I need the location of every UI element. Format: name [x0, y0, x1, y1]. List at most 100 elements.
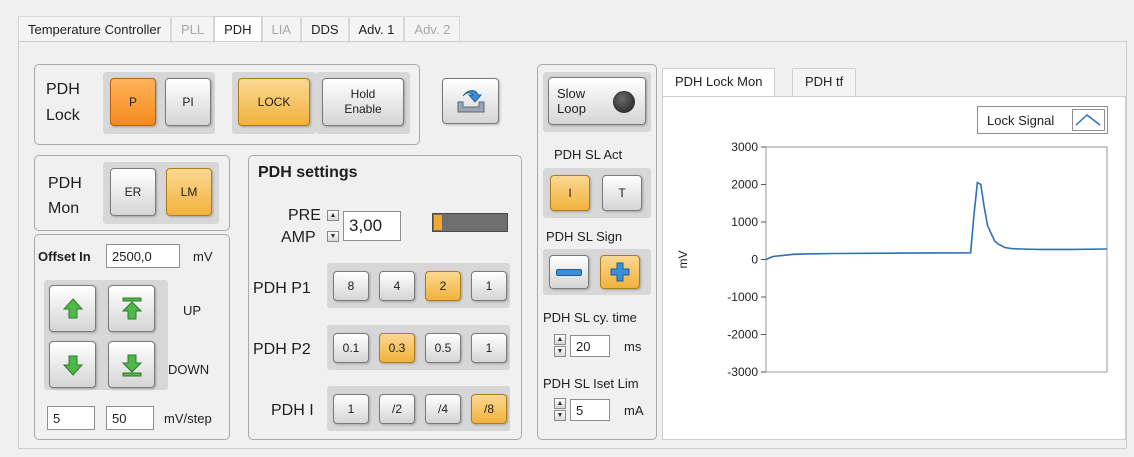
amp-increment-button[interactable]: ▲ [327, 210, 339, 221]
sl-cycle-increment-button[interactable]: ▲ [554, 334, 566, 345]
offset-down-coarse-button[interactable] [108, 341, 155, 388]
amp-value-field[interactable]: 3,00 [343, 211, 401, 241]
amp-level-fill [434, 215, 442, 230]
sl-iset-value: 5 [576, 402, 584, 418]
sl-cycle-value: 20 [576, 338, 591, 354]
arrow-up-icon [62, 297, 83, 318]
hold-enable-line-2: Enable [344, 102, 382, 116]
slow-loop-button[interactable]: Slow Loop [548, 77, 646, 125]
y-tick-label: 0 [751, 253, 758, 267]
tab-pll[interactable]: PLL [170, 16, 215, 42]
offset-up-fine-button[interactable] [49, 285, 96, 332]
pdh-p2-0-3-button[interactable]: 0.3 [379, 333, 415, 363]
pdh-i-div2-button[interactable]: /2 [379, 394, 415, 424]
save-tray-icon [457, 90, 484, 113]
offset-up-label: UP [183, 303, 202, 318]
pdh-p1-1-button[interactable]: 1 [471, 271, 507, 301]
sl-act-i-button[interactable]: I [550, 175, 590, 211]
pdh-i-div4-button[interactable]: /4 [425, 394, 461, 424]
arrow-down-icon [62, 355, 83, 376]
offset-up-coarse-button[interactable] [108, 285, 155, 332]
sl-sign-plus-button[interactable] [600, 255, 640, 289]
plus-icon [610, 262, 630, 282]
offset-step-coarse-field[interactable]: 5 [47, 406, 95, 430]
y-tick-label: 3000 [731, 140, 758, 154]
pi-button[interactable]: PI [165, 78, 211, 126]
hold-enable-button[interactable]: Hold Enable [322, 78, 404, 126]
offset-step-unit-label: mV/step [164, 411, 212, 426]
sl-sign-minus-button[interactable] [549, 255, 589, 289]
sl-iset-increment-button[interactable]: ▲ [554, 398, 566, 409]
y-tick-label: 2000 [731, 178, 758, 192]
pdh-p2-0-1-button[interactable]: 0.1 [333, 333, 369, 363]
er-button[interactable]: ER [110, 168, 156, 216]
pdh-i-label: PDH I [271, 402, 314, 419]
tab-lia[interactable]: LIA [261, 16, 302, 42]
save-config-button[interactable] [442, 78, 499, 124]
offset-in-field[interactable]: 2500,0 [106, 244, 180, 268]
y-tick-label: -3000 [727, 365, 758, 379]
pdh-lock-label-1: PDH [46, 81, 80, 98]
sl-act-t-button[interactable]: T [602, 175, 642, 211]
pdh-mon-label-2: Mon [48, 200, 80, 217]
pre-label: PRE [288, 207, 321, 224]
lock-button[interactable]: LOCK [238, 78, 310, 126]
pdh-sl-sign-label: PDH SL Sign [546, 229, 623, 244]
offset-step-coarse-value: 5 [53, 410, 61, 426]
slow-loop-line-1: Slow [557, 86, 586, 101]
pdh-sl-iset-label: PDH SL Iset Lim [543, 376, 639, 391]
tab-dds[interactable]: DDS [301, 16, 349, 42]
arrow-down-to-bottom-icon [121, 354, 142, 376]
tab-pdh-tf[interactable]: PDH tf [792, 68, 857, 96]
tab-adv-2[interactable]: Adv. 2 [404, 16, 461, 42]
pdh-p2-0-5-button[interactable]: 0.5 [425, 333, 461, 363]
amp-level-bar [432, 213, 508, 232]
slow-loop-led-icon [613, 91, 635, 113]
amp-value: 3,00 [349, 216, 383, 235]
sl-iset-field[interactable]: 5 [570, 399, 610, 421]
pdh-p2-1-button[interactable]: 1 [471, 333, 507, 363]
sl-cycle-unit: ms [624, 339, 642, 354]
offset-unit-label: mV [193, 249, 213, 264]
pdh-i-1-button[interactable]: 1 [333, 394, 369, 424]
y-axis-label: mV [676, 251, 690, 269]
sl-cycle-decrement-button[interactable]: ▼ [554, 346, 566, 357]
pdh-sl-act-label: PDH SL Act [554, 147, 623, 162]
slow-loop-text: Slow Loop [557, 86, 586, 116]
tab-pdh-lock-mon[interactable]: PDH Lock Mon [662, 68, 776, 96]
pdh-sl-cycle-label: PDH SL cy. time [543, 310, 637, 325]
pdh-i-div8-button[interactable]: /8 [471, 394, 507, 424]
y-tick-label: -1000 [727, 290, 758, 304]
offset-in-label: Offset In [38, 249, 91, 264]
pdh-p1-4-button[interactable]: 4 [379, 271, 415, 301]
arrow-up-to-top-icon [121, 297, 142, 319]
pdh-settings-title: PDH settings [258, 164, 358, 181]
y-tick-label: -2000 [727, 328, 758, 342]
lock-signal-chart: 3000 2000 1000 0 -1000 -2000 -3000 mV [676, 140, 1108, 379]
amp-label: AMP [281, 229, 316, 246]
y-tick-label: 1000 [731, 215, 758, 229]
lm-button[interactable]: LM [166, 168, 212, 216]
amp-decrement-button[interactable]: ▼ [327, 231, 339, 242]
offset-down-fine-button[interactable] [49, 341, 96, 388]
sl-iset-decrement-button[interactable]: ▼ [554, 410, 566, 421]
tab-adv-1[interactable]: Adv. 1 [348, 16, 405, 42]
hold-enable-line-1: Hold [350, 87, 376, 101]
p-button[interactable]: P [110, 78, 156, 126]
pdh-p1-8-button[interactable]: 8 [333, 271, 369, 301]
tab-pdh[interactable]: PDH [214, 16, 262, 44]
pdh-p2-label: PDH P2 [253, 341, 311, 358]
pdh-p1-label: PDH P1 [253, 280, 311, 297]
sl-cycle-field[interactable]: 20 [570, 335, 610, 357]
offset-step-fine-field[interactable]: 50 [106, 406, 154, 430]
tab-temperature-controller[interactable]: Temperature Controller [18, 16, 171, 42]
pdh-mon-label-1: PDH [48, 175, 82, 192]
main-tabbar: Temperature Controller PLL PDH LIA DDS A… [18, 16, 461, 44]
offset-down-label: DOWN [168, 362, 210, 377]
window: Temperature Controller PLL PDH LIA DDS A… [0, 0, 1134, 457]
slow-loop-line-2: Loop [557, 101, 586, 116]
sl-iset-unit: mA [624, 403, 644, 418]
plot-area [765, 146, 1108, 373]
minus-icon [556, 268, 582, 276]
pdh-p1-2-button[interactable]: 2 [425, 271, 461, 301]
